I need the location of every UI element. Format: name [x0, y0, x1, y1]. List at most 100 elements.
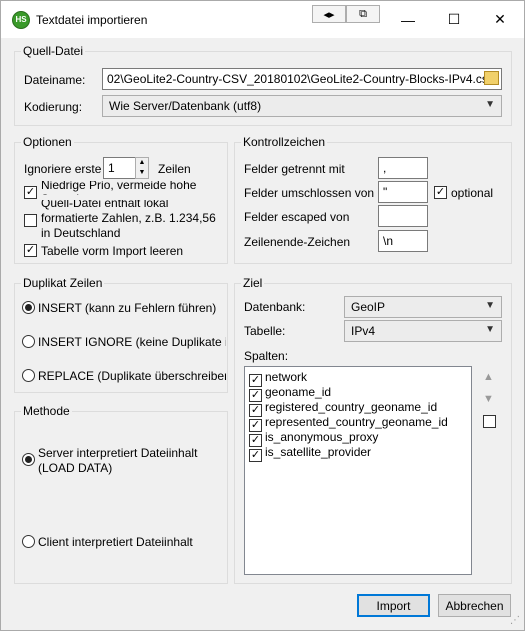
insert-ignore-label: INSERT IGNORE (keine Duplikate im: [38, 335, 226, 349]
low-priority-checkbox[interactable]: ✓: [24, 186, 37, 199]
low-priority-label-clip: Niedrige Prio, vermeide hohe Serverlast: [41, 181, 223, 195]
column-name: registered_country_geoname_id: [265, 400, 438, 414]
move-down-arrow-icon[interactable]: ▼: [483, 393, 494, 405]
chevron-down-icon: ▼: [485, 300, 495, 311]
line-end-label: Zeilenende-Zeichen: [244, 235, 351, 249]
restore-layout-button[interactable]: ⧉: [346, 5, 380, 23]
table-label: Tabelle:: [244, 324, 286, 338]
database-value: GeoIP: [351, 300, 386, 314]
close-button[interactable]: ✕: [477, 1, 523, 38]
maximize-button[interactable]: ☐: [431, 1, 477, 38]
import-dialog-window: HS Textdatei importieren ◂▸ ⧉ — ☐ ✕ Quel…: [0, 0, 525, 631]
title-bar: HS Textdatei importieren ◂▸ ⧉ — ☐ ✕: [1, 1, 524, 38]
cancel-button-label: Abbrechen: [445, 598, 504, 613]
checkmark-icon: ✓: [435, 186, 446, 198]
filename-input[interactable]: 02\GeoLite2-Country-CSV_20180102\GeoLite…: [102, 68, 502, 90]
database-select[interactable]: GeoIP ▼: [344, 296, 502, 318]
fields-enclosed-input[interactable]: ": [378, 181, 428, 203]
import-button[interactable]: Import: [357, 594, 430, 617]
list-item[interactable]: ✓ is_anonymous_proxy: [249, 430, 379, 447]
chevron-down-icon: ▼: [485, 324, 495, 335]
column-name: represented_country_geoname_id: [265, 415, 448, 429]
ignore-lines-suffix: Zeilen: [158, 162, 191, 176]
line-end-input[interactable]: \n: [378, 230, 428, 252]
app-logo-icon: HS: [12, 11, 30, 29]
insert-label: INSERT (kann zu Fehlern führen): [38, 301, 217, 315]
database-label: Datenbank:: [244, 300, 306, 314]
enclosed-optional-label: optional: [451, 186, 494, 200]
column-name: network: [265, 370, 308, 384]
method-group-title: Methode: [21, 404, 72, 418]
source-file-group-title: Quell-Datei: [21, 44, 86, 58]
table-select[interactable]: IPv4 ▼: [344, 320, 502, 342]
encoding-label: Kodierung:: [24, 100, 83, 114]
columns-label: Spalten:: [244, 349, 289, 363]
enclosed-optional-checkbox[interactable]: ✓: [434, 186, 447, 199]
checkmark-icon: ✓: [25, 244, 36, 256]
server-load-data-label: Server interpretiert Dateiinhalt: [38, 446, 198, 460]
replace-label: REPLACE (Duplikate überschreiben s: [38, 369, 226, 383]
columns-list[interactable]: ✓ network ✓ geoname_id ✓ registered_country…: [244, 366, 472, 575]
list-item[interactable]: ✓ registered_country_geoname_id: [249, 400, 438, 417]
method-group: Methode: [14, 404, 228, 584]
low-priority-label: Niedrige Prio, vermeide hohe Serverlast: [41, 181, 197, 195]
maximize-icon: ☐: [447, 11, 461, 27]
column-name: geoname_id: [265, 385, 332, 399]
truncate-table-label: Tabelle vorm Import leeren: [41, 244, 184, 258]
fields-terminated-value: ,: [383, 161, 387, 175]
column-name: is_satellite_provider: [265, 445, 372, 459]
localized-numbers-label-clip: Quell-Datei enthält lokal formatierte Za…: [41, 200, 226, 238]
table-value: IPv4: [351, 324, 376, 338]
insert-radio[interactable]: [22, 301, 35, 314]
encoding-value: Wie Server/Datenbank (utf8): [109, 99, 262, 113]
resize-arrows-button[interactable]: ◂▸: [312, 5, 346, 23]
replace-radio[interactable]: [22, 369, 35, 382]
fields-enclosed-label: Felder umschlossen von: [244, 186, 375, 200]
chevron-down-icon: ▼: [485, 99, 495, 110]
fields-escaped-label: Felder escaped von: [244, 210, 350, 224]
spin-up-icon: ▲: [138, 159, 146, 166]
fields-enclosed-value: ": [383, 185, 388, 199]
control-chars-group-title: Kontrollzeichen: [241, 135, 328, 149]
minimize-icon: —: [401, 11, 415, 28]
encoding-select[interactable]: Wie Server/Datenbank (utf8) ▼: [102, 95, 502, 117]
duplicates-group-title: Duplikat Zeilen: [21, 276, 105, 290]
fields-terminated-label: Felder getrennt mit: [244, 162, 345, 176]
close-icon: ✕: [494, 11, 506, 27]
truncate-table-checkbox[interactable]: ✓: [24, 244, 37, 257]
list-item[interactable]: ✓ network: [249, 370, 308, 387]
ignore-lines-value: 1: [108, 161, 115, 175]
options-group-title: Optionen: [21, 135, 74, 149]
client-parse-label: Client interpretiert Dateiinhalt: [38, 535, 193, 549]
fields-terminated-input[interactable]: ,: [378, 157, 428, 179]
localized-numbers-checkbox[interactable]: [24, 214, 37, 227]
list-item[interactable]: ✓ geoname_id: [249, 385, 332, 402]
ignore-lines-spinner[interactable]: ▲ ▼: [135, 157, 149, 179]
column-checkbox[interactable]: ✓: [249, 449, 262, 462]
filename-label: Dateiname:: [24, 73, 86, 87]
select-all-columns-checkbox[interactable]: [483, 415, 496, 428]
fields-escaped-input[interactable]: [378, 205, 428, 227]
target-group-title: Ziel: [241, 276, 265, 290]
window-title: Textdatei importieren: [36, 13, 148, 27]
list-item[interactable]: ✓ represented_country_geoname_id: [249, 415, 448, 432]
import-button-label: Import: [376, 598, 411, 613]
size-grip-icon[interactable]: ⋰: [510, 615, 520, 626]
move-up-arrow-icon[interactable]: ▲: [483, 371, 494, 383]
server-load-data-sublabel: (LOAD DATA): [38, 461, 113, 475]
localized-numbers-label: Quell-Datei enthält lokal formatierte Za…: [41, 200, 216, 238]
left-right-arrows-icon: ◂▸: [323, 8, 335, 21]
cancel-button[interactable]: Abbrechen: [438, 594, 511, 617]
column-name: is_anonymous_proxy: [265, 430, 379, 444]
ignore-lines-input[interactable]: 1: [103, 157, 136, 179]
window-layout-icon: ⧉: [359, 7, 367, 20]
list-item[interactable]: ✓ is_satellite_provider: [249, 445, 372, 462]
ignore-lines-label: Ignoriere erste: [24, 162, 102, 176]
insert-ignore-radio[interactable]: [22, 335, 35, 348]
server-load-data-radio[interactable]: [22, 453, 35, 466]
open-folder-icon[interactable]: [484, 71, 499, 85]
checkmark-icon: ✓: [25, 186, 36, 198]
filename-value: 02\GeoLite2-Country-CSV_20180102\GeoLite…: [107, 72, 494, 86]
client-parse-radio[interactable]: [22, 535, 35, 548]
minimize-button[interactable]: —: [385, 1, 431, 38]
